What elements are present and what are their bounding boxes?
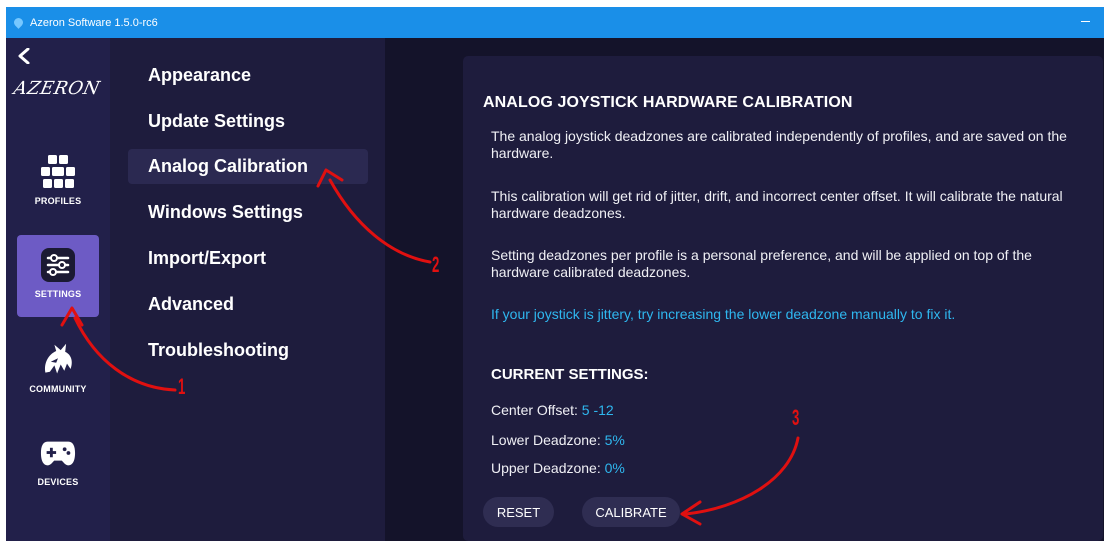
lower-deadzone-value: 5% [604,432,625,448]
upper-deadzone-label: Upper Deadzone: [491,460,601,476]
center-offset-row: Center Offset: 5 -12 [491,402,614,418]
nav-item-devices[interactable]: DEVICES [17,423,99,505]
gamepad-icon [40,435,76,471]
submenu-import-export[interactable]: Import/Export [128,241,368,276]
azeron-app-icon [12,16,25,29]
paragraph-profile-info: Setting deadzones per profile is a perso… [491,247,1032,280]
center-offset-value: 5 -12 [581,402,614,418]
title-bar: Azeron Software 1.5.0-rc6 [6,7,1104,38]
lower-deadzone-label: Lower Deadzone: [491,432,601,448]
jitter-tip: If your joystick is jittery, try increas… [491,306,956,322]
main-nav: AZERON PROFILES SETTINGS COMMUNITY DEVIC… [6,38,110,541]
center-offset-label: Center Offset: [491,402,578,418]
nav-label-devices: DEVICES [37,477,79,487]
settings-submenu: Appearance Update Settings Analog Calibr… [110,38,385,541]
grid-icon [40,154,76,190]
annotation-number-2: 2 [432,252,440,277]
app-window: Azeron Software 1.5.0-rc6 AZERON PROFILE… [6,7,1104,541]
calibration-panel: ANALOG JOYSTICK HARDWARE CALIBRATION The… [463,56,1103,541]
window-title: Azeron Software 1.5.0-rc6 [30,16,158,29]
nav-label-community: COMMUNITY [29,384,87,394]
upper-deadzone-row: Upper Deadzone: 0% [491,460,625,476]
paragraph-calibration-info: This calibration will get rid of jitter,… [491,188,1063,221]
submenu-update-settings[interactable]: Update Settings [128,104,368,139]
nav-item-settings[interactable]: SETTINGS [17,235,99,317]
annotation-number-3: 3 [792,405,800,430]
chevron-left-icon [18,48,30,64]
nav-item-community[interactable]: COMMUNITY [17,330,99,412]
annotation-number-1: 1 [178,374,186,399]
current-settings-title: CURRENT SETTINGS: [491,366,649,383]
nav-item-profiles[interactable]: PROFILES [17,142,99,224]
nav-label-settings: SETTINGS [34,289,82,299]
dragon-icon [40,342,76,378]
minimize-button[interactable] [1074,11,1096,31]
lower-deadzone-row: Lower Deadzone: 5% [491,432,625,448]
sliders-icon [40,247,76,283]
submenu-analog-calibration[interactable]: Analog Calibration [128,149,368,184]
submenu-troubleshooting[interactable]: Troubleshooting [128,333,368,368]
nav-label-profiles: PROFILES [34,196,82,206]
minimize-icon [1080,20,1090,22]
submenu-windows-settings[interactable]: Windows Settings [128,195,368,230]
reset-button[interactable]: RESET [483,497,554,527]
panel-title: ANALOG JOYSTICK HARDWARE CALIBRATION [483,94,853,111]
azeron-logo: AZERON [11,78,102,99]
upper-deadzone-value: 0% [604,460,625,476]
submenu-appearance[interactable]: Appearance [128,58,368,93]
calibrate-button[interactable]: CALIBRATE [582,497,680,527]
back-button[interactable] [17,48,31,64]
submenu-advanced[interactable]: Advanced [128,287,368,322]
paragraph-deadzones-info: The analog joystick deadzones are calibr… [491,128,1067,161]
